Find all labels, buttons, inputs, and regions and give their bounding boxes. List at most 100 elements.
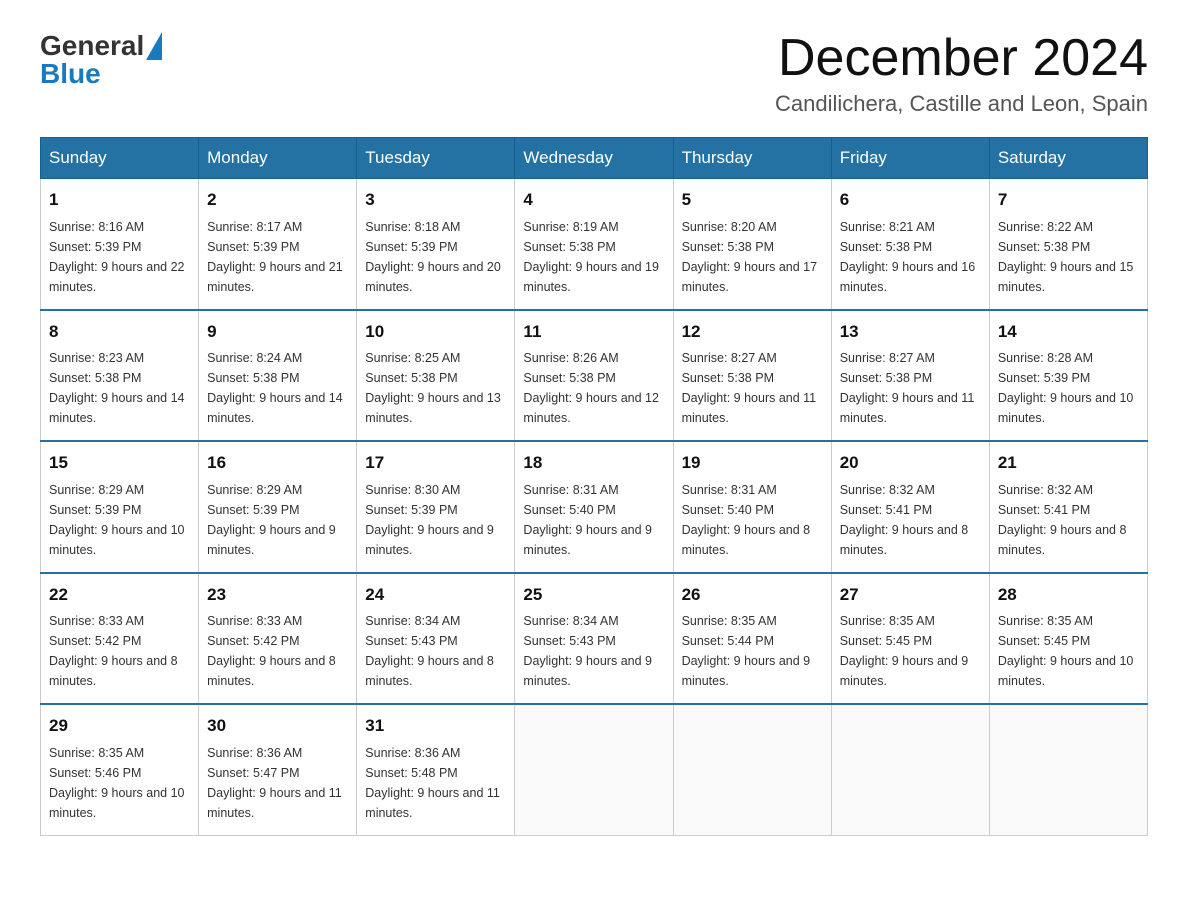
day-info: Sunrise: 8:21 AMSunset: 5:38 PMDaylight:… bbox=[840, 217, 981, 297]
calendar-day-cell: 31Sunrise: 8:36 AMSunset: 5:48 PMDayligh… bbox=[357, 704, 515, 835]
day-number: 3 bbox=[365, 187, 506, 213]
day-number: 10 bbox=[365, 319, 506, 345]
day-number: 9 bbox=[207, 319, 348, 345]
calendar-day-cell: 25Sunrise: 8:34 AMSunset: 5:43 PMDayligh… bbox=[515, 573, 673, 705]
day-number: 11 bbox=[523, 319, 664, 345]
day-number: 24 bbox=[365, 582, 506, 608]
day-info: Sunrise: 8:23 AMSunset: 5:38 PMDaylight:… bbox=[49, 348, 190, 428]
calendar-day-cell: 1 Sunrise: 8:16 AMSunset: 5:39 PMDaylight… bbox=[41, 179, 199, 310]
weekday-header-thursday: Thursday bbox=[673, 138, 831, 179]
calendar-day-cell: 17 Sunrise: 8:30 AMSunset: 5:39 PMDayligh… bbox=[357, 441, 515, 573]
day-info: Sunrise: 8:35 AMSunset: 5:44 PMDaylight:… bbox=[682, 611, 823, 691]
calendar-day-cell: 14 Sunrise: 8:28 AMSunset: 5:39 PMDayligh… bbox=[989, 310, 1147, 442]
day-number: 14 bbox=[998, 319, 1139, 345]
day-number: 30 bbox=[207, 713, 348, 739]
calendar-day-cell: 24 Sunrise: 8:34 AMSunset: 5:43 PMDayligh… bbox=[357, 573, 515, 705]
day-info: Sunrise: 8:32 AMSunset: 5:41 PMDaylight:… bbox=[840, 480, 981, 560]
day-number: 27 bbox=[840, 582, 981, 608]
calendar-day-cell: 4Sunrise: 8:19 AMSunset: 5:38 PMDaylight… bbox=[515, 179, 673, 310]
weekday-header-sunday: Sunday bbox=[41, 138, 199, 179]
day-info: Sunrise: 8:31 AMSunset: 5:40 PMDaylight:… bbox=[523, 480, 664, 560]
day-number: 21 bbox=[998, 450, 1139, 476]
logo: General Blue bbox=[40, 30, 162, 90]
day-info: Sunrise: 8:22 AMSunset: 5:38 PMDaylight:… bbox=[998, 217, 1139, 297]
calendar-day-cell bbox=[515, 704, 673, 835]
calendar-day-cell: 8 Sunrise: 8:23 AMSunset: 5:38 PMDaylight… bbox=[41, 310, 199, 442]
day-info: Sunrise: 8:24 AMSunset: 5:38 PMDaylight:… bbox=[207, 348, 348, 428]
weekday-header-tuesday: Tuesday bbox=[357, 138, 515, 179]
day-number: 8 bbox=[49, 319, 190, 345]
calendar-day-cell: 30 Sunrise: 8:36 AMSunset: 5:47 PMDayligh… bbox=[199, 704, 357, 835]
day-number: 1 bbox=[49, 187, 190, 213]
calendar-day-cell: 12Sunrise: 8:27 AMSunset: 5:38 PMDayligh… bbox=[673, 310, 831, 442]
calendar-week-row: 15 Sunrise: 8:29 AMSunset: 5:39 PMDayligh… bbox=[41, 441, 1148, 573]
calendar-day-cell: 6 Sunrise: 8:21 AMSunset: 5:38 PMDaylight… bbox=[831, 179, 989, 310]
day-number: 2 bbox=[207, 187, 348, 213]
calendar-day-cell: 27 Sunrise: 8:35 AMSunset: 5:45 PMDayligh… bbox=[831, 573, 989, 705]
calendar-day-cell: 19 Sunrise: 8:31 AMSunset: 5:40 PMDayligh… bbox=[673, 441, 831, 573]
month-title: December 2024 bbox=[775, 30, 1148, 87]
weekday-header-friday: Friday bbox=[831, 138, 989, 179]
day-number: 13 bbox=[840, 319, 981, 345]
day-info: Sunrise: 8:35 AMSunset: 5:45 PMDaylight:… bbox=[840, 611, 981, 691]
calendar-day-cell: 7 Sunrise: 8:22 AMSunset: 5:38 PMDaylight… bbox=[989, 179, 1147, 310]
calendar-day-cell: 15 Sunrise: 8:29 AMSunset: 5:39 PMDayligh… bbox=[41, 441, 199, 573]
calendar-day-cell: 16Sunrise: 8:29 AMSunset: 5:39 PMDayligh… bbox=[199, 441, 357, 573]
calendar-day-cell: 29Sunrise: 8:35 AMSunset: 5:46 PMDayligh… bbox=[41, 704, 199, 835]
calendar-day-cell: 3Sunrise: 8:18 AMSunset: 5:39 PMDaylight… bbox=[357, 179, 515, 310]
day-info: Sunrise: 8:36 AMSunset: 5:47 PMDaylight:… bbox=[207, 743, 348, 823]
day-info: Sunrise: 8:34 AMSunset: 5:43 PMDaylight:… bbox=[523, 611, 664, 691]
weekday-header-wednesday: Wednesday bbox=[515, 138, 673, 179]
calendar-day-cell bbox=[831, 704, 989, 835]
day-number: 15 bbox=[49, 450, 190, 476]
calendar-day-cell: 9 Sunrise: 8:24 AMSunset: 5:38 PMDaylight… bbox=[199, 310, 357, 442]
weekday-header-saturday: Saturday bbox=[989, 138, 1147, 179]
day-info: Sunrise: 8:16 AMSunset: 5:39 PMDaylight:… bbox=[49, 217, 190, 297]
day-info: Sunrise: 8:31 AMSunset: 5:40 PMDaylight:… bbox=[682, 480, 823, 560]
logo-blue-text: Blue bbox=[40, 58, 162, 90]
calendar-day-cell: 20Sunrise: 8:32 AMSunset: 5:41 PMDayligh… bbox=[831, 441, 989, 573]
calendar-day-cell: 22 Sunrise: 8:33 AMSunset: 5:42 PMDayligh… bbox=[41, 573, 199, 705]
calendar-day-cell: 26 Sunrise: 8:35 AMSunset: 5:44 PMDayligh… bbox=[673, 573, 831, 705]
day-number: 23 bbox=[207, 582, 348, 608]
calendar-week-row: 29Sunrise: 8:35 AMSunset: 5:46 PMDayligh… bbox=[41, 704, 1148, 835]
calendar-day-cell: 5 Sunrise: 8:20 AMSunset: 5:38 PMDaylight… bbox=[673, 179, 831, 310]
calendar-table: SundayMondayTuesdayWednesdayThursdayFrid… bbox=[40, 137, 1148, 836]
title-block: December 2024 Candilichera, Castille and… bbox=[775, 30, 1148, 117]
day-info: Sunrise: 8:28 AMSunset: 5:39 PMDaylight:… bbox=[998, 348, 1139, 428]
day-number: 19 bbox=[682, 450, 823, 476]
page-header: General Blue December 2024 Candilichera,… bbox=[40, 30, 1148, 117]
day-info: Sunrise: 8:17 AMSunset: 5:39 PMDaylight:… bbox=[207, 217, 348, 297]
calendar-week-row: 8 Sunrise: 8:23 AMSunset: 5:38 PMDaylight… bbox=[41, 310, 1148, 442]
day-info: Sunrise: 8:35 AMSunset: 5:45 PMDaylight:… bbox=[998, 611, 1139, 691]
day-info: Sunrise: 8:29 AMSunset: 5:39 PMDaylight:… bbox=[207, 480, 348, 560]
calendar-day-cell bbox=[989, 704, 1147, 835]
calendar-day-cell: 10 Sunrise: 8:25 AMSunset: 5:38 PMDayligh… bbox=[357, 310, 515, 442]
day-info: Sunrise: 8:26 AMSunset: 5:38 PMDaylight:… bbox=[523, 348, 664, 428]
day-number: 26 bbox=[682, 582, 823, 608]
day-info: Sunrise: 8:34 AMSunset: 5:43 PMDaylight:… bbox=[365, 611, 506, 691]
day-number: 5 bbox=[682, 187, 823, 213]
day-info: Sunrise: 8:35 AMSunset: 5:46 PMDaylight:… bbox=[49, 743, 190, 823]
day-number: 17 bbox=[365, 450, 506, 476]
day-info: Sunrise: 8:32 AMSunset: 5:41 PMDaylight:… bbox=[998, 480, 1139, 560]
calendar-week-row: 22 Sunrise: 8:33 AMSunset: 5:42 PMDayligh… bbox=[41, 573, 1148, 705]
day-number: 28 bbox=[998, 582, 1139, 608]
day-info: Sunrise: 8:33 AMSunset: 5:42 PMDaylight:… bbox=[49, 611, 190, 691]
day-info: Sunrise: 8:33 AMSunset: 5:42 PMDaylight:… bbox=[207, 611, 348, 691]
day-number: 4 bbox=[523, 187, 664, 213]
day-info: Sunrise: 8:25 AMSunset: 5:38 PMDaylight:… bbox=[365, 348, 506, 428]
day-number: 6 bbox=[840, 187, 981, 213]
day-number: 22 bbox=[49, 582, 190, 608]
day-info: Sunrise: 8:29 AMSunset: 5:39 PMDaylight:… bbox=[49, 480, 190, 560]
weekday-header-monday: Monday bbox=[199, 138, 357, 179]
logo-triangle-icon bbox=[146, 32, 162, 60]
day-info: Sunrise: 8:20 AMSunset: 5:38 PMDaylight:… bbox=[682, 217, 823, 297]
calendar-day-cell: 13Sunrise: 8:27 AMSunset: 5:38 PMDayligh… bbox=[831, 310, 989, 442]
calendar-day-cell: 18Sunrise: 8:31 AMSunset: 5:40 PMDayligh… bbox=[515, 441, 673, 573]
day-info: Sunrise: 8:30 AMSunset: 5:39 PMDaylight:… bbox=[365, 480, 506, 560]
calendar-day-cell: 21 Sunrise: 8:32 AMSunset: 5:41 PMDayligh… bbox=[989, 441, 1147, 573]
day-number: 7 bbox=[998, 187, 1139, 213]
calendar-day-cell: 23 Sunrise: 8:33 AMSunset: 5:42 PMDayligh… bbox=[199, 573, 357, 705]
calendar-day-cell: 2 Sunrise: 8:17 AMSunset: 5:39 PMDaylight… bbox=[199, 179, 357, 310]
